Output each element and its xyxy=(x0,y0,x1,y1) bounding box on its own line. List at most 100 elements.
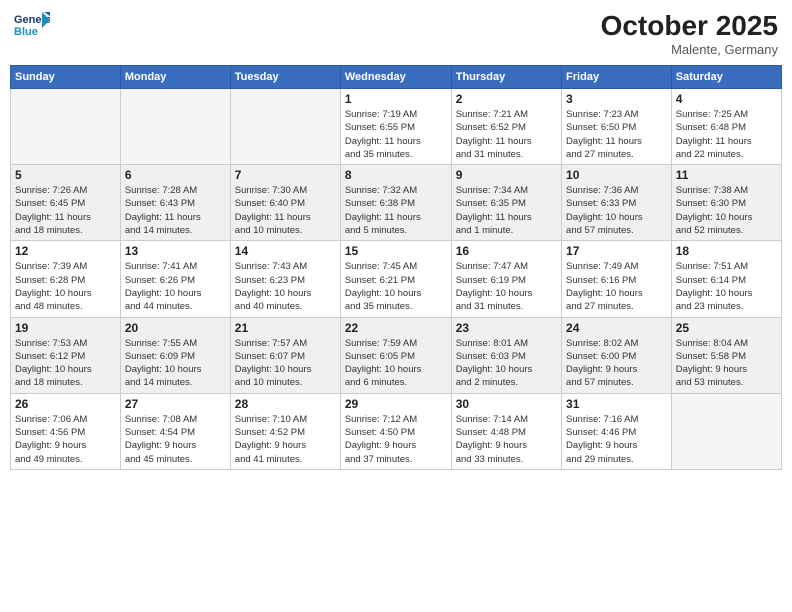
table-row: 2 Sunrise: 7:21 AMSunset: 6:52 PMDaylight… xyxy=(451,89,561,165)
day-number: 18 xyxy=(676,244,777,258)
day-number: 30 xyxy=(456,397,557,411)
table-row: 23 Sunrise: 8:01 AMSunset: 6:03 PMDayligh… xyxy=(451,317,561,393)
table-row xyxy=(671,393,781,469)
day-info: Sunrise: 7:49 AMSunset: 6:16 PMDaylight:… xyxy=(566,260,667,313)
day-info: Sunrise: 8:02 AMSunset: 6:00 PMDaylight:… xyxy=(566,337,667,390)
day-info: Sunrise: 7:06 AMSunset: 4:56 PMDaylight:… xyxy=(15,413,116,466)
day-number: 16 xyxy=(456,244,557,258)
header: General Blue October 2025 Malente, Germa… xyxy=(10,10,782,57)
day-info: Sunrise: 7:08 AMSunset: 4:54 PMDaylight:… xyxy=(125,413,226,466)
table-row: 6 Sunrise: 7:28 AMSunset: 6:43 PMDaylight… xyxy=(120,165,230,241)
day-info: Sunrise: 8:01 AMSunset: 6:03 PMDaylight:… xyxy=(456,337,557,390)
day-info: Sunrise: 7:59 AMSunset: 6:05 PMDaylight:… xyxy=(345,337,447,390)
day-info: Sunrise: 7:26 AMSunset: 6:45 PMDaylight:… xyxy=(15,184,116,237)
day-info: Sunrise: 7:51 AMSunset: 6:14 PMDaylight:… xyxy=(676,260,777,313)
table-row: 10 Sunrise: 7:36 AMSunset: 6:33 PMDayligh… xyxy=(562,165,672,241)
day-number: 20 xyxy=(125,321,226,335)
day-info: Sunrise: 7:16 AMSunset: 4:46 PMDaylight:… xyxy=(566,413,667,466)
day-info: Sunrise: 7:47 AMSunset: 6:19 PMDaylight:… xyxy=(456,260,557,313)
day-info: Sunrise: 7:34 AMSunset: 6:35 PMDaylight:… xyxy=(456,184,557,237)
day-number: 10 xyxy=(566,168,667,182)
calendar-week-row: 5 Sunrise: 7:26 AMSunset: 6:45 PMDaylight… xyxy=(11,165,782,241)
title-section: October 2025 Malente, Germany xyxy=(601,10,778,57)
table-row: 28 Sunrise: 7:10 AMSunset: 4:52 PMDayligh… xyxy=(230,393,340,469)
table-row: 26Sunrise: 7:06 AMSunset: 4:56 PMDayligh… xyxy=(11,393,121,469)
day-info: Sunrise: 7:53 AMSunset: 6:12 PMDaylight:… xyxy=(15,337,116,390)
calendar: Sunday Monday Tuesday Wednesday Thursday… xyxy=(10,65,782,470)
calendar-week-row: 12Sunrise: 7:39 AMSunset: 6:28 PMDayligh… xyxy=(11,241,782,317)
day-number: 22 xyxy=(345,321,447,335)
day-info: Sunrise: 7:21 AMSunset: 6:52 PMDaylight:… xyxy=(456,108,557,161)
table-row: 5 Sunrise: 7:26 AMSunset: 6:45 PMDaylight… xyxy=(11,165,121,241)
day-info: Sunrise: 7:19 AMSunset: 6:55 PMDaylight:… xyxy=(345,108,447,161)
day-info: Sunrise: 7:36 AMSunset: 6:33 PMDaylight:… xyxy=(566,184,667,237)
calendar-week-row: 1 Sunrise: 7:19 AMSunset: 6:55 PMDaylight… xyxy=(11,89,782,165)
day-number: 6 xyxy=(125,168,226,182)
day-number: 19 xyxy=(15,321,116,335)
table-row: 22 Sunrise: 7:59 AMSunset: 6:05 PMDayligh… xyxy=(340,317,451,393)
table-row: 24 Sunrise: 8:02 AMSunset: 6:00 PMDayligh… xyxy=(562,317,672,393)
table-row: 4 Sunrise: 7:25 AMSunset: 6:48 PMDaylight… xyxy=(671,89,781,165)
day-info: Sunrise: 7:28 AMSunset: 6:43 PMDaylight:… xyxy=(125,184,226,237)
day-info: Sunrise: 7:57 AMSunset: 6:07 PMDaylight:… xyxy=(235,337,336,390)
table-row: 1 Sunrise: 7:19 AMSunset: 6:55 PMDaylight… xyxy=(340,89,451,165)
day-info: Sunrise: 7:30 AMSunset: 6:40 PMDaylight:… xyxy=(235,184,336,237)
day-number: 28 xyxy=(235,397,336,411)
day-number: 27 xyxy=(125,397,226,411)
day-info: Sunrise: 7:38 AMSunset: 6:30 PMDaylight:… xyxy=(676,184,777,237)
day-number: 29 xyxy=(345,397,447,411)
location: Malente, Germany xyxy=(601,42,778,57)
day-number: 21 xyxy=(235,321,336,335)
header-monday: Monday xyxy=(120,66,230,89)
table-row: 9 Sunrise: 7:34 AMSunset: 6:35 PMDaylight… xyxy=(451,165,561,241)
day-number: 9 xyxy=(456,168,557,182)
day-number: 3 xyxy=(566,92,667,106)
table-row: 8 Sunrise: 7:32 AMSunset: 6:38 PMDaylight… xyxy=(340,165,451,241)
day-info: Sunrise: 7:43 AMSunset: 6:23 PMDaylight:… xyxy=(235,260,336,313)
table-row: 3Sunrise: 7:23 AMSunset: 6:50 PMDaylight… xyxy=(562,89,672,165)
header-friday: Friday xyxy=(562,66,672,89)
day-number: 15 xyxy=(345,244,447,258)
day-number: 31 xyxy=(566,397,667,411)
day-info: Sunrise: 7:12 AMSunset: 4:50 PMDaylight:… xyxy=(345,413,447,466)
day-number: 23 xyxy=(456,321,557,335)
day-info: Sunrise: 7:32 AMSunset: 6:38 PMDaylight:… xyxy=(345,184,447,237)
month-title: October 2025 xyxy=(601,10,778,42)
header-saturday: Saturday xyxy=(671,66,781,89)
table-row: 31 Sunrise: 7:16 AMSunset: 4:46 PMDayligh… xyxy=(562,393,672,469)
day-number: 8 xyxy=(345,168,447,182)
day-number: 5 xyxy=(15,168,116,182)
day-info: Sunrise: 7:45 AMSunset: 6:21 PMDaylight:… xyxy=(345,260,447,313)
day-info: Sunrise: 7:10 AMSunset: 4:52 PMDaylight:… xyxy=(235,413,336,466)
day-number: 2 xyxy=(456,92,557,106)
logo: General Blue xyxy=(14,10,50,40)
table-row: 25Sunrise: 8:04 AMSunset: 5:58 PMDayligh… xyxy=(671,317,781,393)
header-sunday: Sunday xyxy=(11,66,121,89)
table-row: 18 Sunrise: 7:51 AMSunset: 6:14 PMDayligh… xyxy=(671,241,781,317)
day-number: 24 xyxy=(566,321,667,335)
weekday-header-row: Sunday Monday Tuesday Wednesday Thursday… xyxy=(11,66,782,89)
table-row: 14Sunrise: 7:43 AMSunset: 6:23 PMDayligh… xyxy=(230,241,340,317)
page: General Blue October 2025 Malente, Germa… xyxy=(0,0,792,612)
table-row xyxy=(230,89,340,165)
day-info: Sunrise: 7:41 AMSunset: 6:26 PMDaylight:… xyxy=(125,260,226,313)
header-thursday: Thursday xyxy=(451,66,561,89)
day-info: Sunrise: 8:04 AMSunset: 5:58 PMDaylight:… xyxy=(676,337,777,390)
day-number: 4 xyxy=(676,92,777,106)
table-row xyxy=(11,89,121,165)
day-number: 13 xyxy=(125,244,226,258)
calendar-week-row: 26Sunrise: 7:06 AMSunset: 4:56 PMDayligh… xyxy=(11,393,782,469)
day-number: 12 xyxy=(15,244,116,258)
table-row: 15 Sunrise: 7:45 AMSunset: 6:21 PMDayligh… xyxy=(340,241,451,317)
table-row: 11Sunrise: 7:38 AMSunset: 6:30 PMDayligh… xyxy=(671,165,781,241)
calendar-week-row: 19 Sunrise: 7:53 AMSunset: 6:12 PMDayligh… xyxy=(11,317,782,393)
header-tuesday: Tuesday xyxy=(230,66,340,89)
table-row: 21 Sunrise: 7:57 AMSunset: 6:07 PMDayligh… xyxy=(230,317,340,393)
day-info: Sunrise: 7:25 AMSunset: 6:48 PMDaylight:… xyxy=(676,108,777,161)
header-wednesday: Wednesday xyxy=(340,66,451,89)
table-row: 16 Sunrise: 7:47 AMSunset: 6:19 PMDayligh… xyxy=(451,241,561,317)
day-number: 1 xyxy=(345,92,447,106)
table-row xyxy=(120,89,230,165)
day-info: Sunrise: 7:14 AMSunset: 4:48 PMDaylight:… xyxy=(456,413,557,466)
svg-text:Blue: Blue xyxy=(14,26,38,38)
